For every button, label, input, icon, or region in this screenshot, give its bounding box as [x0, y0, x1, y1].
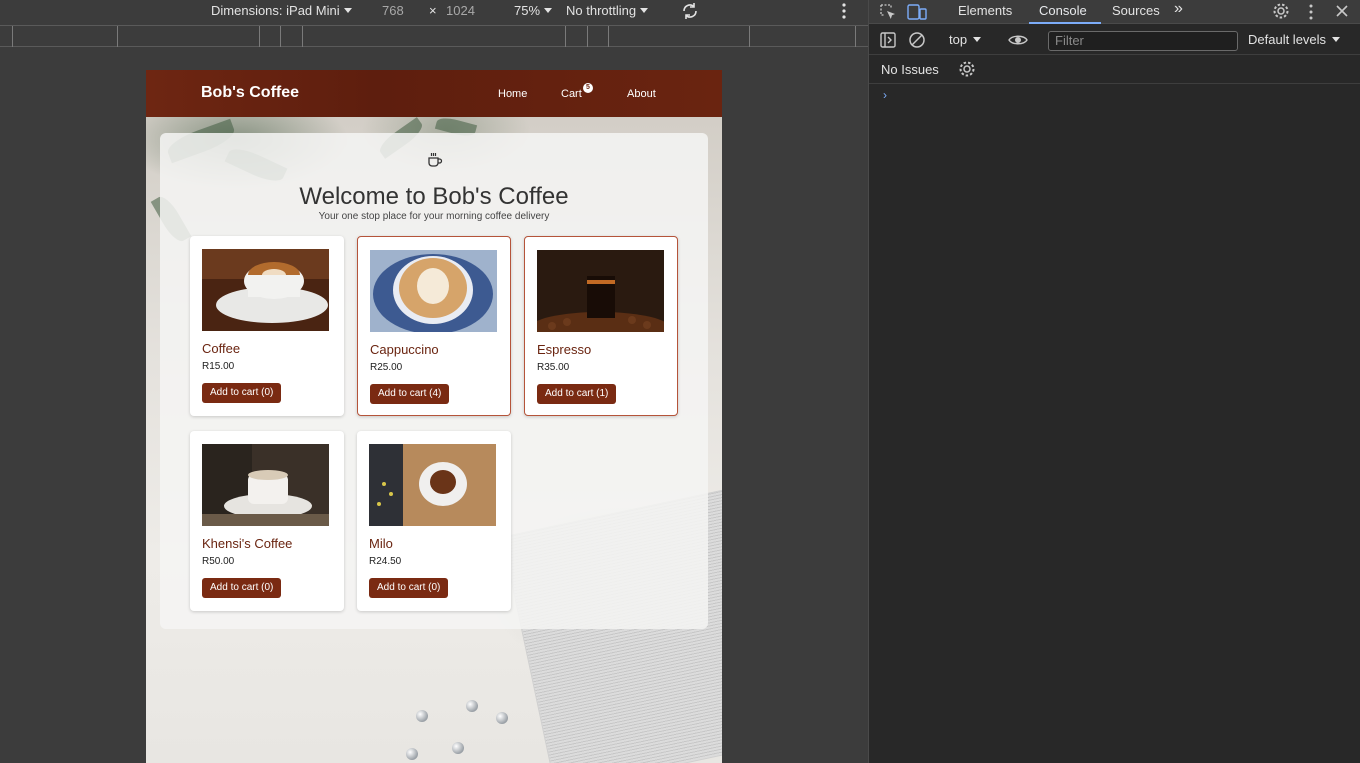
device-emulation-area: Dimensions: iPad Mini 768 × 1024 75% No … — [0, 0, 868, 763]
product-price: R15.00 — [202, 361, 235, 372]
inspect-element-icon[interactable] — [879, 3, 897, 24]
devtools-panel: Elements Console Sources » top Filter De… — [868, 0, 1360, 763]
issues-text[interactable]: No Issues — [881, 62, 939, 77]
console-toolbar: top Filter Default levels — [869, 25, 1360, 55]
product-card-khensis-coffee: Khensi's Coffee R50.00 Add to cart (0) — [190, 431, 344, 611]
log-levels-value: Default levels — [1248, 32, 1327, 47]
close-icon[interactable] — [1334, 3, 1350, 22]
product-price: R25.00 — [370, 362, 403, 373]
add-to-cart-button[interactable]: Add to cart (0) — [369, 578, 449, 598]
filter-placeholder: Filter — [1055, 33, 1084, 48]
product-card-coffee: Coffee R15.00 Add to cart (0) — [190, 236, 344, 416]
active-tab-indicator — [1029, 22, 1101, 24]
product-price: R24.50 — [369, 556, 402, 567]
product-name: Cappuccino — [370, 342, 439, 357]
product-image — [202, 249, 329, 331]
rotate-icon[interactable] — [680, 1, 700, 21]
eye-icon[interactable] — [1008, 31, 1028, 52]
chevron-down-icon — [640, 8, 649, 13]
product-image — [537, 250, 664, 332]
main-panel: Welcome to Bob's Coffee Your one stop pl… — [160, 133, 708, 629]
cart-count-badge: 5 — [583, 83, 593, 93]
nav-home[interactable]: Home — [498, 88, 527, 100]
nav-cart[interactable]: Cart — [561, 88, 582, 100]
add-to-cart-button[interactable]: Add to cart (1) — [537, 384, 617, 404]
gear-icon[interactable] — [958, 60, 976, 81]
context-value: top — [949, 32, 968, 47]
width-field[interactable]: 768 — [382, 3, 404, 18]
device-select[interactable]: Dimensions: iPad Mini — [211, 3, 352, 18]
throttling-value: No throttling — [566, 3, 637, 18]
log-levels-select[interactable]: Default levels — [1248, 32, 1341, 47]
chevron-down-icon — [1332, 37, 1341, 42]
throttling-select[interactable]: No throttling — [566, 3, 649, 18]
product-name: Espresso — [537, 342, 592, 357]
console-prompt[interactable]: › — [883, 88, 887, 102]
devtools-tabbar: Elements Console Sources » — [869, 0, 1360, 24]
chevron-down-icon — [544, 8, 553, 13]
add-to-cart-button[interactable]: Add to cart (0) — [202, 578, 282, 598]
more-tabs-icon[interactable]: » — [1174, 0, 1183, 18]
product-name: Coffee — [202, 341, 241, 356]
product-card-milo: Milo R24.50 Add to cart (0) — [357, 431, 511, 611]
add-to-cart-button[interactable]: Add to cart (0) — [202, 383, 282, 403]
context-select[interactable]: top — [949, 32, 982, 47]
add-to-cart-button[interactable]: Add to cart (4) — [370, 384, 450, 404]
tab-elements[interactable]: Elements — [958, 3, 1012, 18]
dimension-separator: × — [429, 3, 437, 18]
more-vert-icon[interactable] — [840, 2, 848, 20]
product-card-cappuccino: Cappuccino R25.00 Add to cart (4) — [357, 236, 511, 416]
tab-sources[interactable]: Sources — [1112, 3, 1160, 18]
zoom-select[interactable]: 75% — [514, 3, 553, 18]
height-field[interactable]: 1024 — [446, 3, 475, 18]
product-name: Khensi's Coffee — [202, 536, 293, 551]
media-query-ruler[interactable] — [0, 25, 868, 47]
clear-console-icon[interactable] — [908, 31, 926, 52]
navbar: Bob's Coffee Home Cart 5 About — [146, 70, 722, 117]
chevron-down-icon — [973, 37, 982, 42]
product-name: Milo — [369, 536, 393, 551]
product-image — [370, 250, 497, 332]
zoom-value: 75% — [514, 3, 541, 18]
issues-bar: No Issues — [869, 56, 1360, 84]
page-title: Welcome to Bob's Coffee — [299, 183, 569, 210]
brand-logo[interactable]: Bob's Coffee — [201, 84, 299, 102]
product-price: R35.00 — [537, 362, 570, 373]
emulated-viewport: Bob's Coffee Home Cart 5 About Welcome t… — [146, 70, 722, 763]
page-subtitle: Your one stop place for your morning cof… — [318, 211, 550, 222]
tab-console[interactable]: Console — [1039, 3, 1087, 18]
product-image — [202, 444, 329, 526]
coffee-cup-icon — [426, 151, 444, 169]
height-value: 1024 — [446, 3, 475, 18]
width-value: 768 — [382, 3, 404, 18]
gear-icon[interactable] — [1272, 2, 1290, 23]
product-card-espresso: Espresso R35.00 Add to cart (1) — [524, 236, 678, 416]
chevron-down-icon — [343, 8, 352, 13]
nav-about[interactable]: About — [627, 88, 656, 100]
device-toolbar: Dimensions: iPad Mini 768 × 1024 75% No … — [0, 0, 868, 24]
device-toggle-icon[interactable] — [907, 3, 927, 24]
product-image — [369, 444, 496, 526]
console-filter-input[interactable]: Filter — [1048, 31, 1238, 51]
more-vert-icon[interactable] — [1307, 3, 1315, 24]
sidebar-toggle-icon[interactable] — [879, 31, 897, 52]
product-price: R50.00 — [202, 556, 235, 567]
device-label: Dimensions: iPad Mini — [211, 3, 340, 18]
times-symbol: × — [429, 3, 437, 18]
